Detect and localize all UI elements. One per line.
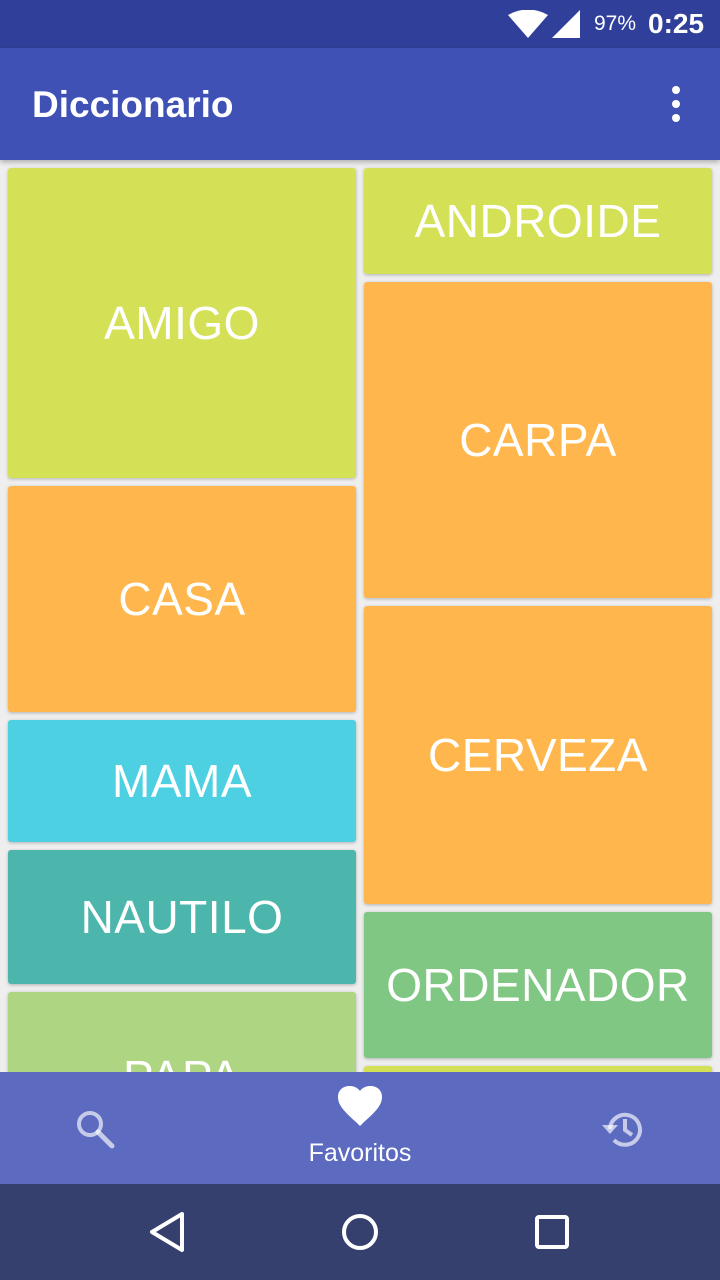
nav-history-button[interactable] [480,1072,720,1184]
word-card-mama[interactable]: MAMA [8,720,356,842]
app-title: Diccionario [32,84,234,125]
status-bar: 97% 0:25 [0,0,720,48]
nav-favorites-button[interactable]: Favoritos [240,1072,480,1184]
recents-icon [535,1215,569,1249]
bottom-navigation: Favoritos [0,1072,720,1184]
word-card-casa[interactable]: CASA [8,486,356,712]
recents-button[interactable] [528,1208,576,1256]
word-label: NAUTILO [80,891,284,943]
battery-percentage: 97% [594,12,637,35]
word-label: ORDENADOR [386,959,690,1011]
word-label: ANDROIDE [414,195,662,247]
back-button[interactable] [144,1208,192,1256]
nav-search-button[interactable] [0,1072,240,1184]
nav-favorites-label: Favoritos [308,1139,412,1167]
word-label: MAMA [112,755,252,807]
word-card-cerveza[interactable]: CERVEZA [364,606,712,904]
home-icon [342,1214,378,1250]
back-icon [150,1212,184,1252]
word-card-ordenador[interactable]: ORDENADOR [364,912,712,1058]
history-icon [602,1112,642,1147]
favorites-grid: AMIGO CASA MAMA NAUTILO PAPA ANDROIDE CA… [0,160,720,1072]
word-label: PAPA [123,1050,241,1072]
clock: 0:25 [648,8,705,39]
word-card-carpa[interactable]: CARPA [364,282,712,598]
overflow-menu-button[interactable] [656,80,696,128]
word-card-nautilo[interactable]: NAUTILO [8,850,356,984]
word-card-androide[interactable]: ANDROIDE [364,168,712,274]
cell-signal-icon [552,10,580,38]
word-label: CERVEZA [428,729,648,781]
app-bar: Diccionario [0,48,720,160]
word-label: AMIGO [104,297,260,349]
word-label: CARPA [459,414,617,466]
wifi-icon [508,10,548,38]
system-navigation-bar [0,1184,720,1280]
word-card-papa[interactable]: PAPA [8,992,356,1072]
word-label: CASA [118,573,246,625]
search-icon [77,1111,115,1149]
home-button[interactable] [336,1208,384,1256]
more-vert-icon [672,86,680,122]
word-card-amigo[interactable]: AMIGO [8,168,356,478]
heart-icon [338,1086,382,1126]
